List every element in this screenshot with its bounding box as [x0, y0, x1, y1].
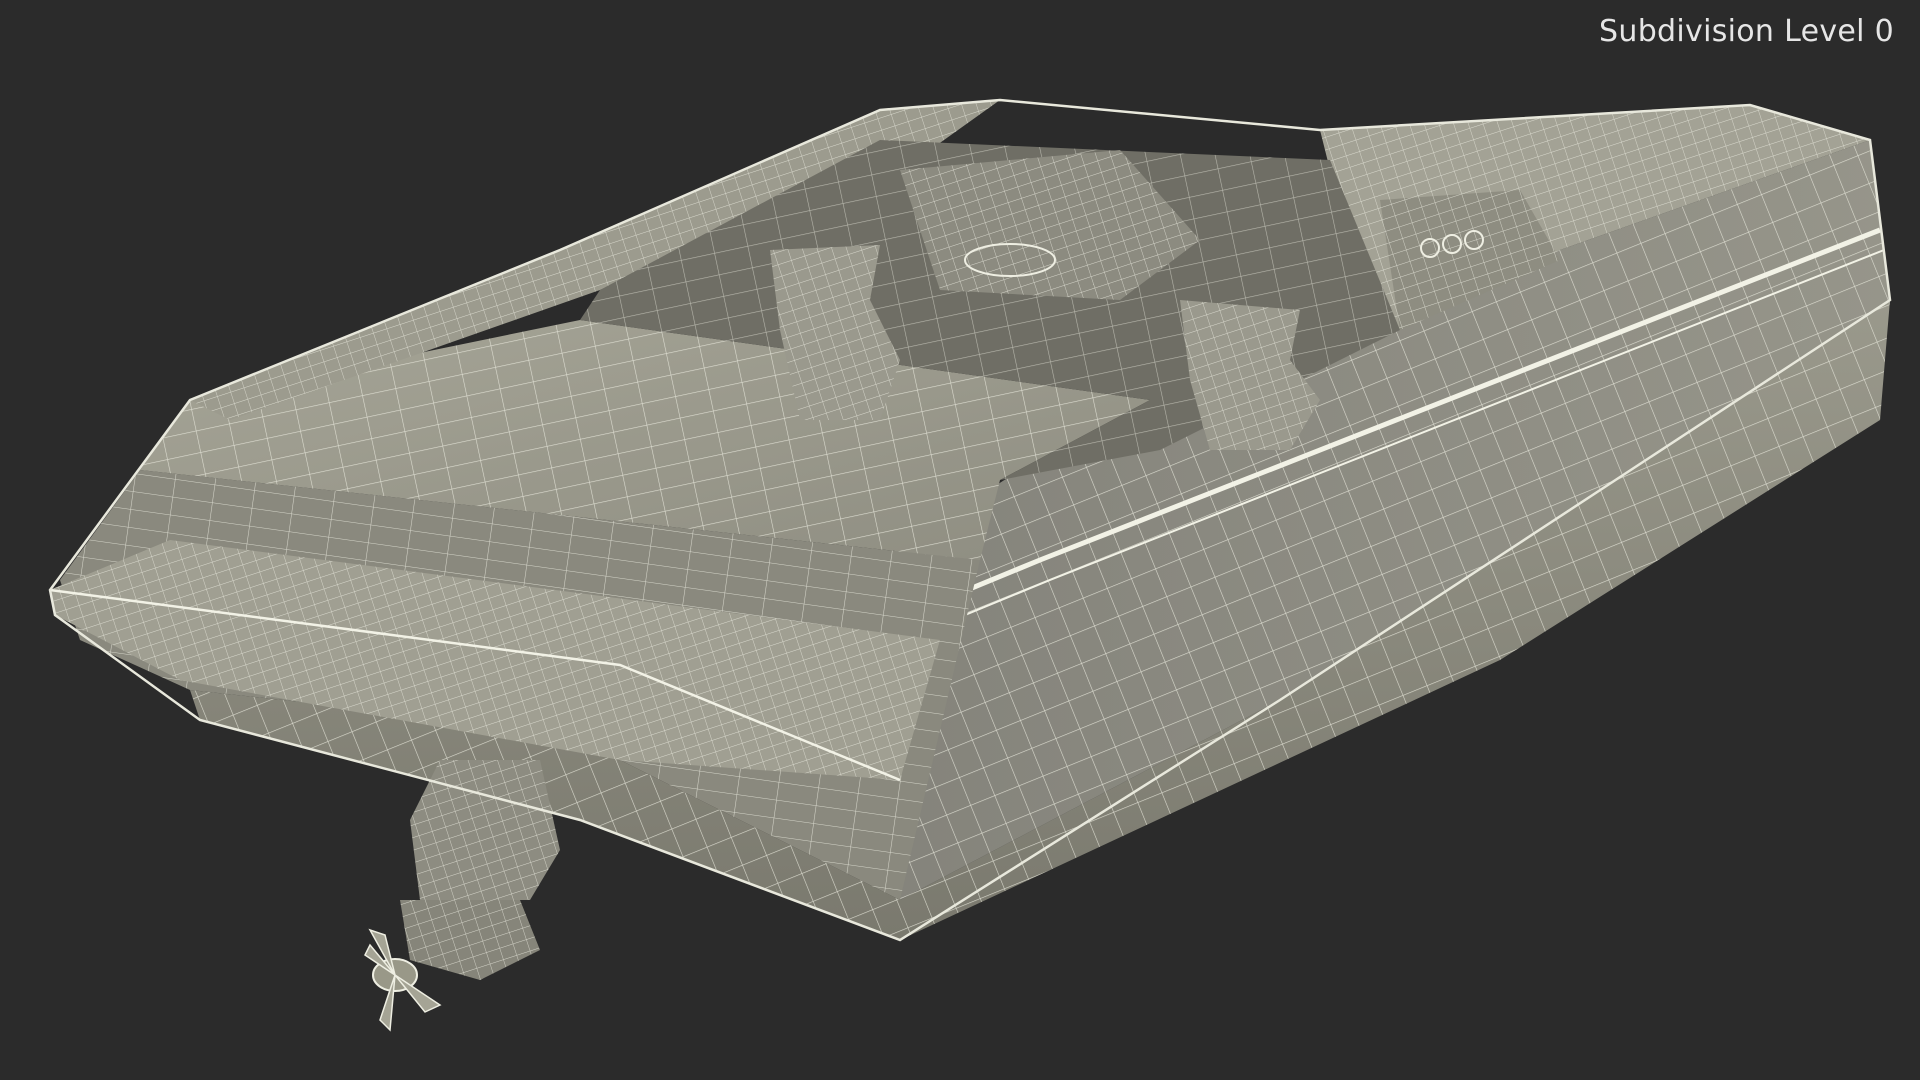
subdivision-level-label: Subdivision Level 0	[1599, 14, 1894, 49]
3d-viewport[interactable]: Subdivision Level 0	[0, 0, 1920, 1080]
boat-wireframe-render	[48, 98, 1892, 1032]
